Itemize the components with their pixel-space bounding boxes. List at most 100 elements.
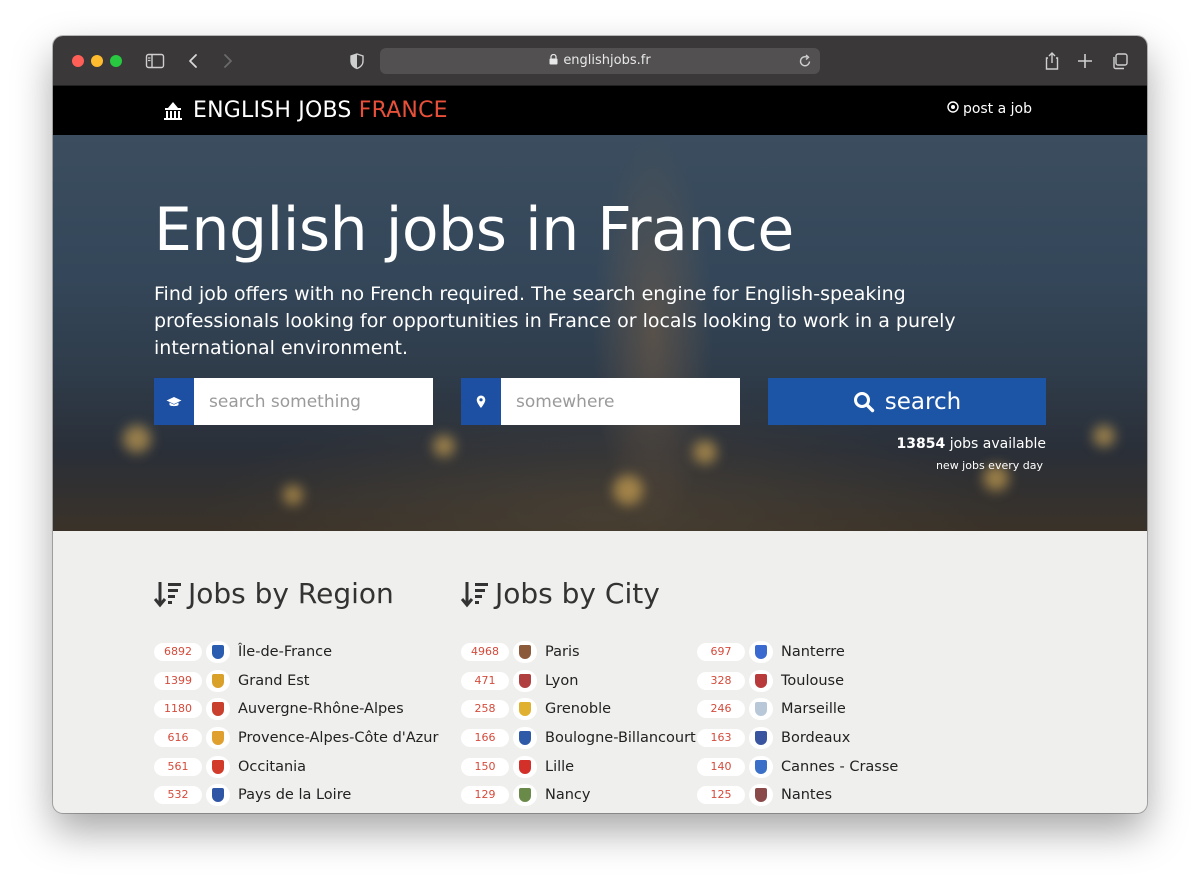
job-count-badge: 166	[461, 729, 509, 748]
crest-shield	[519, 645, 531, 660]
list-item[interactable]: 1399 Grand Est	[154, 667, 438, 696]
coat-of-arms-icon	[206, 641, 230, 664]
list-item-label[interactable]: Cannes - Crasse	[781, 759, 898, 775]
address-bar[interactable]: englishjobs.fr	[380, 48, 820, 74]
crest-shield	[212, 645, 224, 660]
list-item-label[interactable]: Nancy	[545, 787, 590, 803]
list-item-label[interactable]: Provence-Alpes-Côte d'Azur	[238, 730, 438, 746]
list-item-label[interactable]: Lille	[545, 759, 574, 775]
list-item[interactable]: 471 Lyon	[461, 667, 696, 696]
share-icon[interactable]	[1043, 50, 1061, 72]
list-item[interactable]: 125 Nantes	[697, 781, 898, 810]
list-item-label[interactable]: Marseille	[781, 701, 846, 717]
browser-window: englishjobs.fr ENGLISH JOBS FRANCE post …	[53, 36, 1147, 813]
location-search-input[interactable]	[501, 378, 740, 425]
crest-shield	[755, 673, 767, 688]
list-item-label[interactable]: Auvergne-Rhône-Alpes	[238, 701, 404, 717]
coat-of-arms-icon	[749, 669, 773, 692]
job-count-badge: 697	[697, 643, 745, 662]
job-count-badge: 561	[154, 757, 202, 776]
map-pin-icon	[461, 378, 501, 425]
region-section-title: Jobs by Region	[154, 577, 394, 610]
list-item-label[interactable]: Lyon	[545, 673, 578, 689]
coat-of-arms-icon	[513, 698, 537, 721]
privacy-shield-icon[interactable]	[349, 50, 365, 72]
list-item[interactable]: 1180 Auvergne-Rhône-Alpes	[154, 695, 438, 724]
list-item-label[interactable]: Boulogne-Billancourt	[545, 730, 696, 746]
list-item[interactable]: 246 Marseille	[697, 695, 898, 724]
list-item[interactable]: 166 Boulogne-Billancourt	[461, 724, 696, 753]
list-item[interactable]: 6892 Île-de-France	[154, 638, 438, 667]
job-count-badge: 125	[697, 786, 745, 805]
region-title-text: Jobs by Region	[188, 577, 394, 610]
list-item-label[interactable]: Toulouse	[781, 673, 844, 689]
back-arrow-icon[interactable]	[186, 50, 202, 72]
crest-shield	[212, 673, 224, 688]
sidebar-toggle-icon[interactable]	[145, 50, 165, 72]
new-tab-icon[interactable]	[1076, 50, 1094, 72]
reload-icon[interactable]	[798, 53, 812, 79]
crest-shield	[755, 645, 767, 660]
list-item[interactable]: 328 Toulouse	[697, 667, 898, 696]
logo-accent: FRANCE	[358, 97, 448, 123]
city-list-column-2: 697 Nanterre 328 Toulouse 246 Marseille 163 Bor…	[697, 638, 898, 810]
magnifier-icon	[853, 391, 874, 412]
minimize-window-button[interactable]	[91, 55, 103, 67]
keyword-search-input[interactable]	[194, 378, 433, 425]
forward-arrow-icon[interactable]	[219, 50, 235, 72]
coat-of-arms-icon	[749, 698, 773, 721]
crest-shield	[519, 788, 531, 803]
sort-amount-icon	[461, 581, 488, 607]
crest-shield	[212, 788, 224, 803]
hero-subtitle: Find job offers with no French required.…	[154, 283, 956, 359]
post-job-label: post a job	[962, 101, 1032, 117]
site-logo[interactable]: ENGLISH JOBS FRANCE	[163, 95, 448, 125]
job-count-badge: 150	[461, 757, 509, 776]
list-item[interactable]: 140 Cannes - Crasse	[697, 752, 898, 781]
site-header: ENGLISH JOBS FRANCE post a job	[53, 86, 1147, 135]
coat-of-arms-icon	[513, 784, 537, 807]
tab-overview-icon[interactable]	[1111, 50, 1129, 72]
close-window-button[interactable]	[72, 55, 84, 67]
list-item-label[interactable]: Grenoble	[545, 701, 611, 717]
bokeh-light	[693, 440, 717, 464]
list-item[interactable]: 258 Grenoble	[461, 695, 696, 724]
list-item-label[interactable]: Grand Est	[238, 673, 310, 689]
list-item[interactable]: 129 Nancy	[461, 781, 696, 810]
region-list: 6892 Île-de-France 1399 Grand Est 1180 Auverg…	[154, 638, 438, 810]
job-count-badge: 140	[697, 757, 745, 776]
keyword-search-field	[154, 378, 433, 425]
search-button-label: search	[884, 388, 962, 415]
list-item[interactable]: 532 Pays de la Loire	[154, 781, 438, 810]
city-section-title: Jobs by City	[461, 577, 660, 610]
list-item[interactable]: 697 Nanterre	[697, 638, 898, 667]
crest-shield	[519, 673, 531, 688]
list-item-label[interactable]: Paris	[545, 644, 580, 660]
list-item-label[interactable]: Pays de la Loire	[238, 787, 351, 803]
bokeh-light	[123, 425, 151, 453]
coat-of-arms-icon	[206, 727, 230, 750]
list-item-label[interactable]: Nanterre	[781, 644, 845, 660]
zoom-window-button[interactable]	[110, 55, 122, 67]
list-item-label[interactable]: Occitania	[238, 759, 306, 775]
coat-of-arms-icon	[513, 755, 537, 778]
list-item-label[interactable]: Bordeaux	[781, 730, 850, 746]
city-list-column-1: 4968 Paris 471 Lyon 258 Grenoble 166 Boulogne-B…	[461, 638, 696, 810]
graduation-cap-icon	[154, 378, 194, 425]
list-item-label[interactable]: Île-de-France	[238, 644, 332, 660]
list-item[interactable]: 616 Provence-Alpes-Côte d'Azur	[154, 724, 438, 753]
list-item-label[interactable]: Nantes	[781, 787, 832, 803]
job-count-badge: 328	[697, 671, 745, 690]
list-item[interactable]: 4968 Paris	[461, 638, 696, 667]
list-item[interactable]: 163 Bordeaux	[697, 724, 898, 753]
list-item[interactable]: 150 Lille	[461, 752, 696, 781]
sort-amount-icon	[154, 581, 181, 607]
coat-of-arms-icon	[749, 641, 773, 664]
list-item[interactable]: 561 Occitania	[154, 752, 438, 781]
coat-of-arms-icon	[206, 698, 230, 721]
hero-section: English jobs in France Find job offers w…	[53, 135, 1147, 531]
bokeh-light	[433, 435, 455, 457]
post-job-link[interactable]: post a job	[947, 101, 1032, 117]
search-button[interactable]: search	[768, 378, 1046, 425]
bokeh-light	[613, 475, 643, 505]
